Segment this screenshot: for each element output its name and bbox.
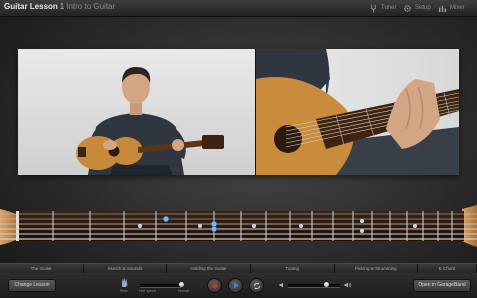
closeup-video[interactable] (256, 49, 459, 175)
speed-normal-label: Normal (178, 289, 190, 293)
finger-marker (162, 215, 170, 223)
nut (16, 211, 19, 241)
app-title-text: Guitar Lesson (4, 2, 58, 11)
loop-icon (253, 282, 260, 289)
tab-the-guitar[interactable]: The Guitar (0, 264, 84, 273)
setup-label: Setup (415, 5, 431, 11)
volume-slider[interactable] (288, 284, 340, 288)
mixer-button[interactable]: Mixer (438, 2, 465, 14)
speed-slider[interactable] (140, 284, 182, 288)
speaker-high-icon (344, 282, 352, 288)
title-bar: Guitar Lesson 1 Intro to Guitar Tuner Setu… (0, 0, 477, 17)
tab-tuning[interactable]: Tuning (251, 264, 335, 273)
fretboard-wood (16, 211, 464, 241)
volume-slider-knob[interactable] (324, 282, 329, 287)
mixer-bars-icon (438, 5, 447, 12)
window-title: Guitar Lesson 1 Intro to Guitar (4, 2, 115, 11)
play-icon (233, 282, 238, 289)
speed-half-label: Half speed (139, 289, 156, 293)
guitar-body-edge (462, 205, 477, 247)
speed-slider-knob[interactable] (179, 282, 184, 287)
lesson-number: 1 (59, 2, 65, 11)
tuning-fork-icon (371, 4, 376, 13)
closeup-figure (256, 49, 459, 175)
open-in-garageband-button[interactable]: Open in GarageBand (413, 279, 471, 292)
app-window: Guitar Lesson 1 Intro to Guitar Tuner Setu… (0, 0, 477, 298)
tuner-label: Tuner (381, 5, 397, 11)
tab-holding-guitar[interactable]: Holding the Guitar (167, 264, 251, 273)
headstock (0, 209, 18, 245)
control-bar: Change Lesson Slow Half speed Normal Ope… (0, 273, 477, 298)
lesson-subtitle: Intro to Guitar (66, 2, 116, 11)
gear-icon (404, 4, 411, 12)
instructor-video[interactable] (18, 49, 255, 175)
speed-slow-label: Slow (120, 289, 128, 293)
tuner-button[interactable]: Tuner (369, 2, 396, 14)
setup-button[interactable]: Setup (403, 2, 431, 14)
tab-sketch-sounds[interactable]: Sketch & Sounds (84, 264, 168, 273)
video-area (18, 49, 459, 175)
tab-picking-strumming[interactable]: Picking & Strumming (335, 264, 419, 273)
mixer-label: Mixer (450, 5, 465, 11)
record-button[interactable] (207, 278, 222, 293)
loop-button[interactable] (249, 278, 264, 293)
play-button[interactable] (228, 278, 243, 293)
hand-icon (122, 277, 128, 287)
instructor-figure (76, 67, 224, 175)
tab-e-chord[interactable]: E Chord (418, 264, 477, 273)
finger-marker (210, 225, 218, 233)
change-lesson-button[interactable]: Change Lesson (8, 279, 56, 292)
fretboard (0, 205, 477, 247)
record-icon (211, 282, 218, 289)
speaker-low-icon (279, 282, 283, 288)
